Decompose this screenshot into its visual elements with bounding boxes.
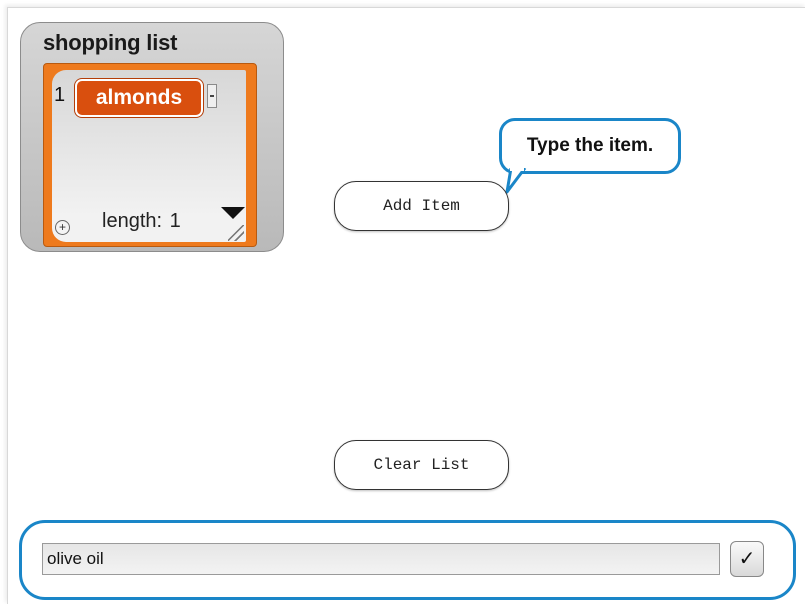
resize-handle-icon[interactable] bbox=[228, 225, 244, 241]
add-entry-icon[interactable]: + bbox=[55, 220, 70, 235]
add-item-button[interactable]: Add Item bbox=[334, 181, 509, 231]
list-watcher-contents[interactable]: 1 almonds + length: 1 bbox=[52, 70, 246, 242]
clear-list-button[interactable]: Clear List bbox=[334, 440, 509, 490]
answer-input[interactable] bbox=[42, 543, 720, 575]
speech-bubble: Type the item. bbox=[499, 118, 681, 174]
variable-watcher[interactable]: shopping list 1 almonds + length: 1 bbox=[20, 22, 284, 252]
list-length-value: 1 bbox=[169, 210, 181, 232]
stage: shopping list 1 almonds + length: 1 Type… bbox=[7, 7, 805, 604]
speech-bubble-text: Type the item. bbox=[526, 135, 654, 156]
list-item-index: 1 bbox=[54, 84, 66, 106]
list-length-label: length: bbox=[102, 210, 163, 232]
list-item-cell[interactable]: almonds bbox=[75, 79, 203, 117]
list-watcher-frame: 1 almonds + length: 1 bbox=[43, 63, 257, 247]
speech-bubble-tail bbox=[505, 168, 527, 194]
checkmark-icon[interactable]: ✓ bbox=[730, 541, 764, 577]
triangle-down-icon[interactable] bbox=[221, 207, 245, 219]
list-length: length: 1 bbox=[102, 210, 181, 233]
watcher-variable-name: shopping list bbox=[43, 30, 178, 55]
ask-prompt: ✓ bbox=[19, 520, 796, 600]
list-scrollbar[interactable] bbox=[207, 84, 217, 108]
